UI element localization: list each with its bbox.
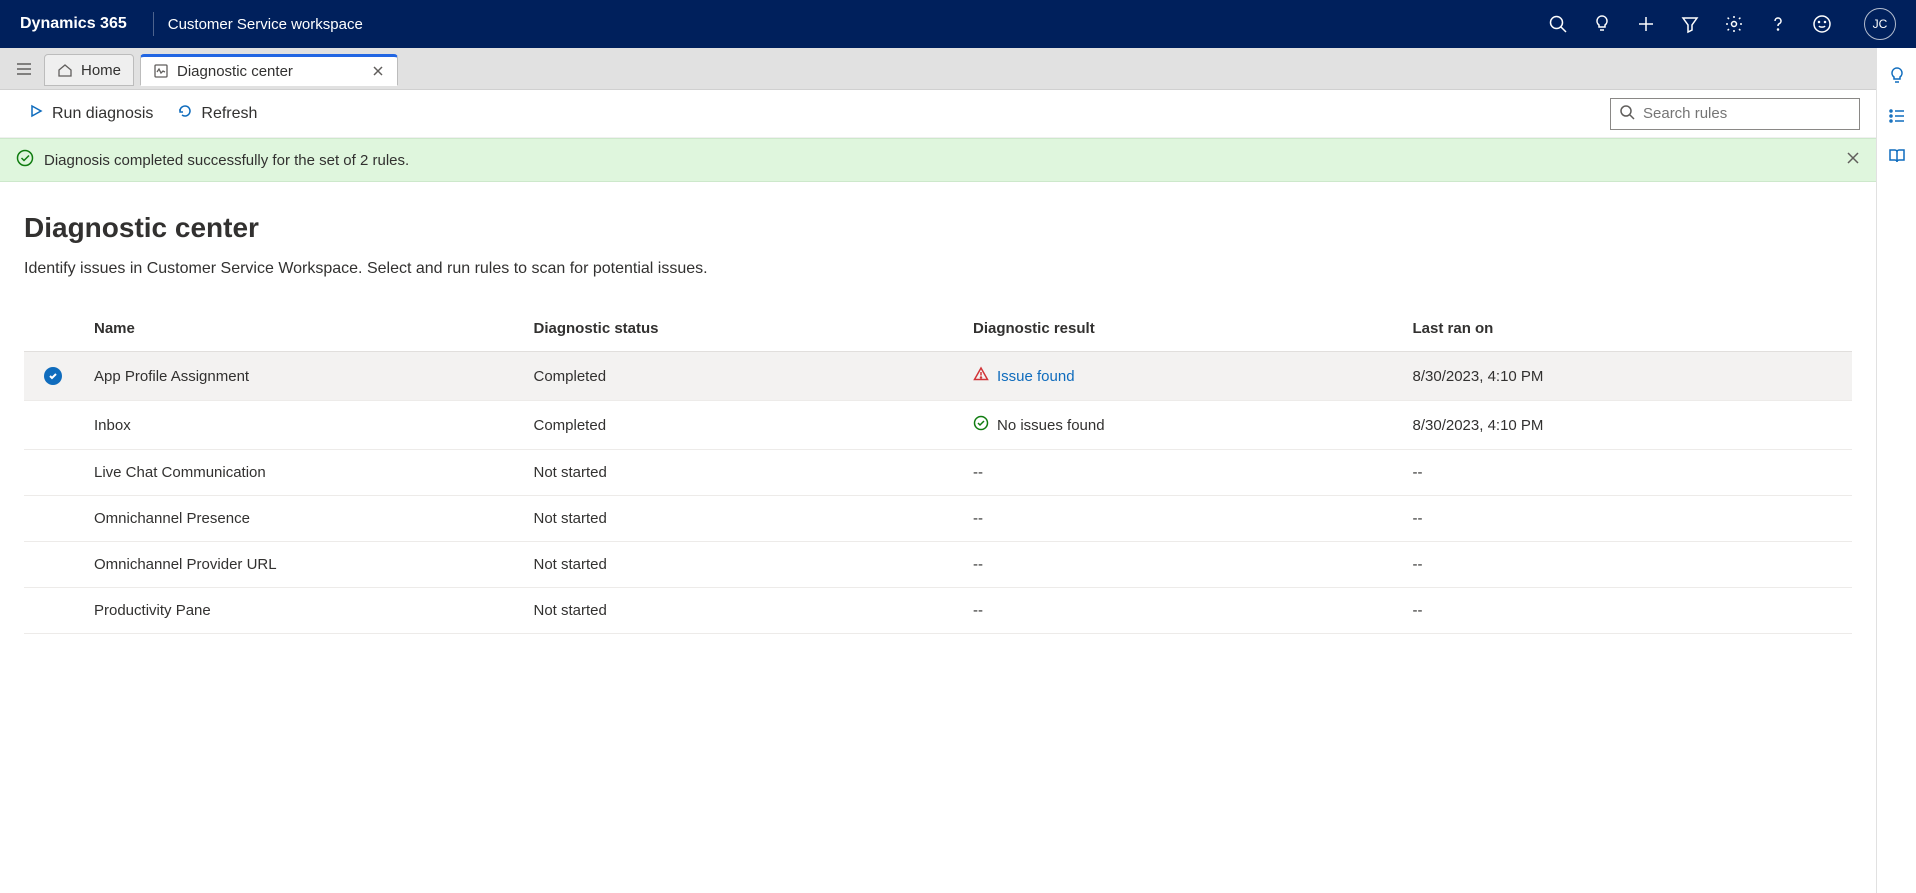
col-status[interactable]: Diagnostic status xyxy=(534,320,974,337)
tab-home-label: Home xyxy=(81,62,121,79)
cell-status: Completed xyxy=(534,417,974,434)
list-rail-icon[interactable] xyxy=(1887,106,1907,126)
page-title: Diagnostic center xyxy=(24,212,1852,244)
cell-result: Issue found xyxy=(973,366,1413,386)
menu-icon[interactable] xyxy=(10,55,38,83)
cell-result: No issues found xyxy=(973,415,1413,435)
cell-status: Not started xyxy=(534,510,974,527)
tab-home[interactable]: Home xyxy=(44,54,134,86)
play-icon xyxy=(28,103,44,124)
cell-last-ran: -- xyxy=(1413,556,1853,573)
brand: Dynamics 365 xyxy=(0,15,147,33)
diagnostics-table: Name Diagnostic status Diagnostic result… xyxy=(24,306,1852,634)
cell-result: -- xyxy=(973,464,1413,481)
right-rail xyxy=(1876,48,1916,893)
workspace-name: Customer Service workspace xyxy=(160,16,363,33)
cell-name: App Profile Assignment xyxy=(94,368,534,385)
table-row[interactable]: Omnichannel PresenceNot started---- xyxy=(24,496,1852,542)
close-tab-icon[interactable] xyxy=(371,64,385,78)
checkmark-icon xyxy=(44,367,62,385)
book-rail-icon[interactable] xyxy=(1887,146,1907,166)
col-last-ran[interactable]: Last ran on xyxy=(1413,320,1853,337)
col-result[interactable]: Diagnostic result xyxy=(973,320,1413,337)
table-header: Name Diagnostic status Diagnostic result… xyxy=(24,306,1852,352)
cell-status: Not started xyxy=(534,556,974,573)
lightbulb-icon[interactable] xyxy=(1592,14,1612,34)
cell-name: Inbox xyxy=(94,417,534,434)
cell-result: -- xyxy=(973,510,1413,527)
home-icon xyxy=(57,62,73,78)
cell-last-ran: 8/30/2023, 4:10 PM xyxy=(1413,417,1853,434)
filter-icon[interactable] xyxy=(1680,14,1700,34)
result-text: No issues found xyxy=(997,417,1105,434)
cell-name: Omnichannel Provider URL xyxy=(94,556,534,573)
tab-diagnostic-center[interactable]: Diagnostic center xyxy=(140,54,398,86)
cell-name: Productivity Pane xyxy=(94,602,534,619)
cell-status: Not started xyxy=(534,464,974,481)
row-select[interactable] xyxy=(24,367,94,385)
issue-found-link[interactable]: Issue found xyxy=(997,368,1075,385)
cell-status: Completed xyxy=(534,368,974,385)
table-row[interactable]: Omnichannel Provider URLNot started---- xyxy=(24,542,1852,588)
warning-icon xyxy=(973,366,989,386)
cell-last-ran: -- xyxy=(1413,602,1853,619)
success-icon xyxy=(973,415,989,435)
notification-bar: Diagnosis completed successfully for the… xyxy=(0,138,1876,182)
col-name[interactable]: Name xyxy=(94,320,534,337)
avatar[interactable]: JC xyxy=(1864,8,1896,40)
feedback-icon[interactable] xyxy=(1812,14,1832,34)
help-icon[interactable] xyxy=(1768,14,1788,34)
cell-last-ran: 8/30/2023, 4:10 PM xyxy=(1413,368,1853,385)
refresh-icon xyxy=(177,103,193,124)
page-content: Diagnostic center Identify issues in Cus… xyxy=(0,182,1876,634)
divider xyxy=(153,12,154,36)
settings-icon[interactable] xyxy=(1724,14,1744,34)
table-row[interactable]: Live Chat CommunicationNot started---- xyxy=(24,450,1852,496)
table-row[interactable]: InboxCompleted No issues found 8/30/2023, … xyxy=(24,401,1852,450)
search-input-icon xyxy=(1619,104,1635,123)
refresh-button[interactable]: Refresh xyxy=(177,103,257,124)
close-notification-icon[interactable] xyxy=(1846,151,1860,169)
cell-name: Live Chat Communication xyxy=(94,464,534,481)
notification-message: Diagnosis completed successfully for the… xyxy=(44,152,409,169)
run-diagnosis-button[interactable]: Run diagnosis xyxy=(28,103,153,124)
refresh-label: Refresh xyxy=(201,105,257,123)
search-input[interactable] xyxy=(1643,105,1851,122)
tab-active-label: Diagnostic center xyxy=(177,63,293,80)
page-subtitle: Identify issues in Customer Service Work… xyxy=(24,260,1852,278)
add-icon[interactable] xyxy=(1636,14,1656,34)
table-row[interactable]: Productivity PaneNot started---- xyxy=(24,588,1852,634)
run-diagnosis-label: Run diagnosis xyxy=(52,105,153,123)
command-bar: Run diagnosis Refresh xyxy=(0,90,1876,138)
search-rules-box[interactable] xyxy=(1610,98,1860,130)
cell-last-ran: -- xyxy=(1413,510,1853,527)
cell-result: -- xyxy=(973,556,1413,573)
diagnostic-icon xyxy=(153,63,169,79)
table-row[interactable]: App Profile AssignmentCompleted Issue fou… xyxy=(24,352,1852,401)
top-nav: Dynamics 365 Customer Service workspace … xyxy=(0,0,1916,48)
search-icon[interactable] xyxy=(1548,14,1568,34)
tabs-bar: Home Diagnostic center xyxy=(0,48,1916,90)
success-icon xyxy=(16,149,34,171)
cell-name: Omnichannel Presence xyxy=(94,510,534,527)
cell-status: Not started xyxy=(534,602,974,619)
cell-last-ran: -- xyxy=(1413,464,1853,481)
lightbulb-rail-icon[interactable] xyxy=(1887,66,1907,86)
cell-result: -- xyxy=(973,602,1413,619)
